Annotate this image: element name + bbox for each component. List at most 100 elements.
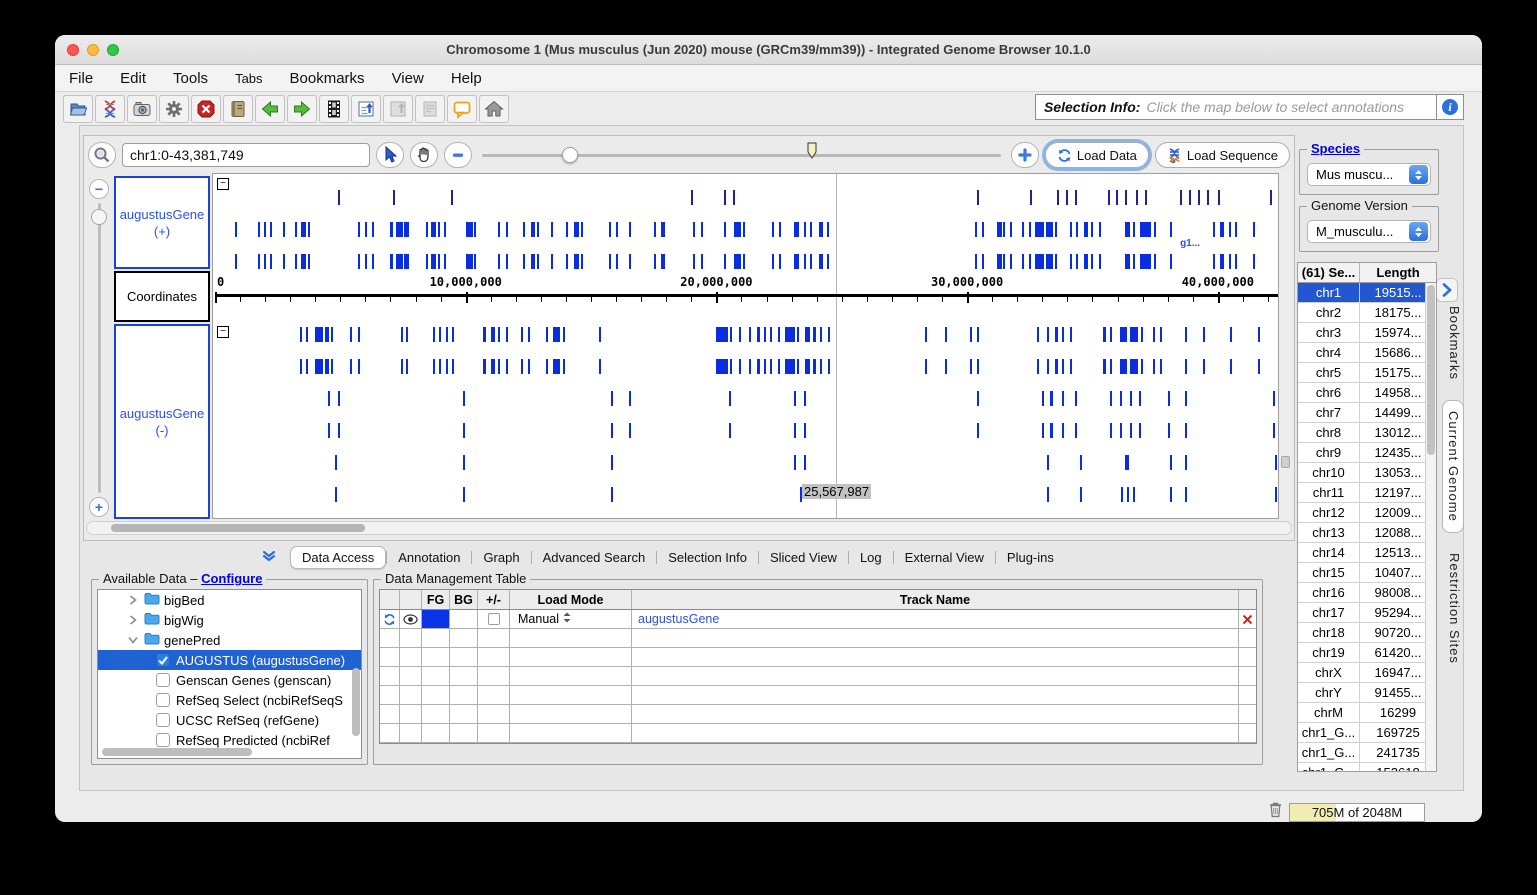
side-tab-bookmarks[interactable]: Bookmarks <box>1442 296 1464 390</box>
menu-edit[interactable]: Edit <box>120 70 146 87</box>
tree-item-ucsc-refseq-refgene[interactable]: UCSC RefSeq (refGene) <box>98 710 361 730</box>
open-file-button[interactable] <box>63 95 93 123</box>
side-tab-current-genome[interactable]: Current Genome <box>1442 400 1464 533</box>
sequence-row-chr13[interactable]: chr1312088... <box>1298 523 1436 543</box>
load-data-button[interactable]: Load Data <box>1045 142 1149 168</box>
forward-arrow-button[interactable] <box>287 95 317 123</box>
sequence-row-chr4[interactable]: chr415686... <box>1298 343 1436 363</box>
close-window-button[interactable] <box>67 44 79 56</box>
sequence-row-chr1[interactable]: chr119515... <box>1298 283 1436 303</box>
tab-graph[interactable]: Graph <box>472 547 530 568</box>
tab-advanced-search[interactable]: Advanced Search <box>532 547 657 568</box>
sequence-table-scrollbar[interactable] <box>1425 283 1436 771</box>
tree-item-refseq-predicted-ncbiref[interactable]: RefSeq Predicted (ncbiRef <box>98 730 361 750</box>
sequence-table-header[interactable]: (61) Se... Length <box>1298 263 1436 283</box>
export-disabled-button[interactable] <box>383 95 413 123</box>
sequence-row-chr6[interactable]: chr614958... <box>1298 383 1436 403</box>
configure-link[interactable]: Configure <box>201 571 262 586</box>
track-label-coordinates[interactable]: Coordinates <box>114 271 210 322</box>
track-name-cell[interactable]: augustusGene <box>632 610 1239 628</box>
vertical-slider-thumb[interactable] <box>91 209 107 225</box>
dataset-checkbox[interactable] <box>156 693 170 707</box>
sequence-row-chr18[interactable]: chr1890720... <box>1298 623 1436 643</box>
menu-view[interactable]: View <box>392 70 424 87</box>
slider-thumb[interactable] <box>562 147 578 163</box>
pointer-tool-button[interactable] <box>376 142 404 168</box>
collapse-tab-panel-button[interactable] <box>258 548 280 566</box>
length-column-header[interactable]: Length <box>1360 263 1436 282</box>
sequence-column-header[interactable]: (61) Se... <box>1298 263 1360 282</box>
stop-button[interactable] <box>191 95 221 123</box>
bg-color-cell[interactable] <box>450 610 478 628</box>
zoom-out-horizontal-button[interactable] <box>444 142 472 168</box>
tree-item-genscan-genes-genscan[interactable]: Genscan Genes (genscan) <box>98 670 361 690</box>
sequence-row-chr1_G...[interactable]: chr1_G...152618 <box>1298 763 1436 772</box>
show-track-eye-icon[interactable] <box>400 610 422 628</box>
sequence-row-chr5[interactable]: chr515175... <box>1298 363 1436 383</box>
info-button[interactable]: i <box>1437 94 1464 120</box>
zoom-in-horizontal-button[interactable] <box>1011 142 1039 168</box>
menu-bookmarks[interactable]: Bookmarks <box>290 70 365 87</box>
menu-tools[interactable]: Tools <box>173 70 208 87</box>
tree-item-bigbed[interactable]: bigBed <box>98 590 361 610</box>
preferences-gear-button[interactable] <box>159 95 189 123</box>
back-arrow-button[interactable] <box>255 95 285 123</box>
sequence-row-chr1_G...[interactable]: chr1_G...169725 <box>1298 723 1436 743</box>
vertical-zoom-in-button[interactable]: + <box>89 497 109 517</box>
sequence-row-chr2[interactable]: chr218175... <box>1298 303 1436 323</box>
sequence-row-chr9[interactable]: chr912435... <box>1298 443 1436 463</box>
track-label-augustusgene-minus[interactable]: augustusGene (-) <box>114 324 210 519</box>
search-icon-button[interactable] <box>88 142 116 168</box>
delete-track-button[interactable] <box>1239 610 1256 628</box>
species-dropdown[interactable]: Mus muscu... <box>1307 163 1431 186</box>
sequence-row-chr7[interactable]: chr714499... <box>1298 403 1436 423</box>
genome-track-canvas[interactable]: − − 010,000,00020,000,00030,000,00040,00… <box>212 173 1279 519</box>
sequence-row-chr10[interactable]: chr1013053... <box>1298 463 1436 483</box>
sequence-row-chr3[interactable]: chr315974... <box>1298 323 1436 343</box>
species-link[interactable]: Species <box>1311 141 1360 156</box>
tree-vertical-scrollbar[interactable] <box>352 668 360 736</box>
feedback-bubble-button[interactable] <box>447 95 477 123</box>
strand-checkbox[interactable] <box>488 613 500 625</box>
tab-selection-info[interactable]: Selection Info <box>657 547 758 568</box>
track-vertical-scrollbar[interactable] <box>1279 173 1292 519</box>
load-sequence-button[interactable]: Load Sequence <box>1155 142 1290 168</box>
sequence-row-chrX[interactable]: chrX16947... <box>1298 663 1436 683</box>
track-horizontal-scrollbar[interactable] <box>86 521 1292 535</box>
maximize-window-button[interactable] <box>107 44 119 56</box>
filmstrip-button[interactable] <box>319 95 349 123</box>
horizontal-zoom-slider[interactable] <box>478 142 1005 168</box>
tab-log[interactable]: Log <box>849 547 893 568</box>
tree-item-bigwig[interactable]: bigWig <box>98 610 361 630</box>
home-button[interactable] <box>479 95 509 123</box>
minimize-window-button[interactable] <box>87 44 99 56</box>
tab-data-access[interactable]: Data Access <box>290 546 386 569</box>
tree-horizontal-scrollbar[interactable] <box>102 748 252 756</box>
export-image-button[interactable] <box>351 95 381 123</box>
sequence-row-chrY[interactable]: chrY91455... <box>1298 683 1436 703</box>
load-mode-select[interactable]: Manual <box>510 610 632 628</box>
tab-annotation[interactable]: Annotation <box>387 547 471 568</box>
sequence-row-chr17[interactable]: chr1795294... <box>1298 603 1436 623</box>
scrollbar-thumb[interactable] <box>1281 456 1290 468</box>
tree-item-refseq-select-ncbirefseqs[interactable]: RefSeq Select (ncbiRefSeqS <box>98 690 361 710</box>
sequence-row-chr19[interactable]: chr1961420... <box>1298 643 1436 663</box>
refresh-track-icon[interactable] <box>380 610 400 628</box>
hand-tool-button[interactable] <box>410 142 438 168</box>
tree-item-genepred[interactable]: genePred <box>98 630 361 650</box>
camera-button[interactable] <box>127 95 157 123</box>
dataset-checkbox[interactable] <box>156 713 170 727</box>
sequence-row-chr11[interactable]: chr1112197... <box>1298 483 1436 503</box>
sequence-row-chr1_G...[interactable]: chr1_G...241735 <box>1298 743 1436 763</box>
fg-color-cell[interactable] <box>422 610 450 628</box>
garbage-collect-icon[interactable] <box>1268 801 1283 822</box>
menu-help[interactable]: Help <box>451 70 482 87</box>
sequence-row-chrM[interactable]: chrM16299 <box>1298 703 1436 723</box>
collapse-track-button[interactable]: − <box>217 178 229 190</box>
genome-range-input[interactable] <box>122 143 370 167</box>
genome-version-dropdown[interactable]: M_musculu... <box>1307 220 1431 243</box>
tab-sliced-view[interactable]: Sliced View <box>759 547 848 568</box>
vertical-zoom-out-button[interactable]: − <box>89 179 109 199</box>
dna-button[interactable] <box>95 95 125 123</box>
sequence-row-chr8[interactable]: chr813012... <box>1298 423 1436 443</box>
